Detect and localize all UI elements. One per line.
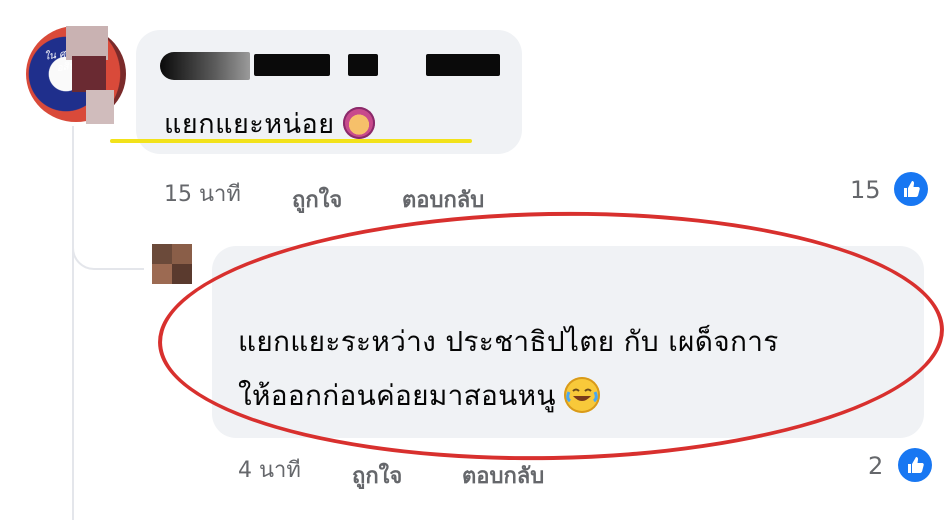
redacted-author-name — [160, 52, 250, 80]
comment-bubble: แยกแยะหน่อย — [136, 30, 522, 154]
redacted-author-name — [348, 54, 378, 76]
reaction-count[interactable]: 2 — [868, 452, 883, 480]
reply-button[interactable]: ตอบกลับ — [462, 458, 544, 493]
reply-button[interactable]: ตอบกลับ — [402, 182, 484, 217]
pixelated-block — [72, 56, 106, 92]
comment-time[interactable]: 15 นาที — [164, 176, 241, 211]
pixelated-block — [66, 26, 108, 60]
thumbs-up-icon[interactable] — [894, 172, 928, 206]
like-button[interactable]: ถูกใจ — [292, 182, 342, 217]
reply-avatar[interactable] — [152, 244, 192, 284]
pixelated-block — [86, 90, 114, 124]
yellow-underline-annotation — [110, 139, 472, 143]
redacted-author-name — [426, 54, 500, 76]
redacted-author-name — [254, 54, 330, 76]
like-button[interactable]: ถูกใจ — [352, 458, 402, 493]
person-gesturing-ok-emoji — [342, 107, 375, 139]
reaction-count[interactable]: 15 — [850, 176, 881, 204]
thread-line — [72, 126, 74, 520]
thumbs-up-icon[interactable] — [898, 448, 932, 482]
reply-time[interactable]: 4 นาที — [238, 452, 301, 487]
thread-connector — [72, 222, 144, 270]
